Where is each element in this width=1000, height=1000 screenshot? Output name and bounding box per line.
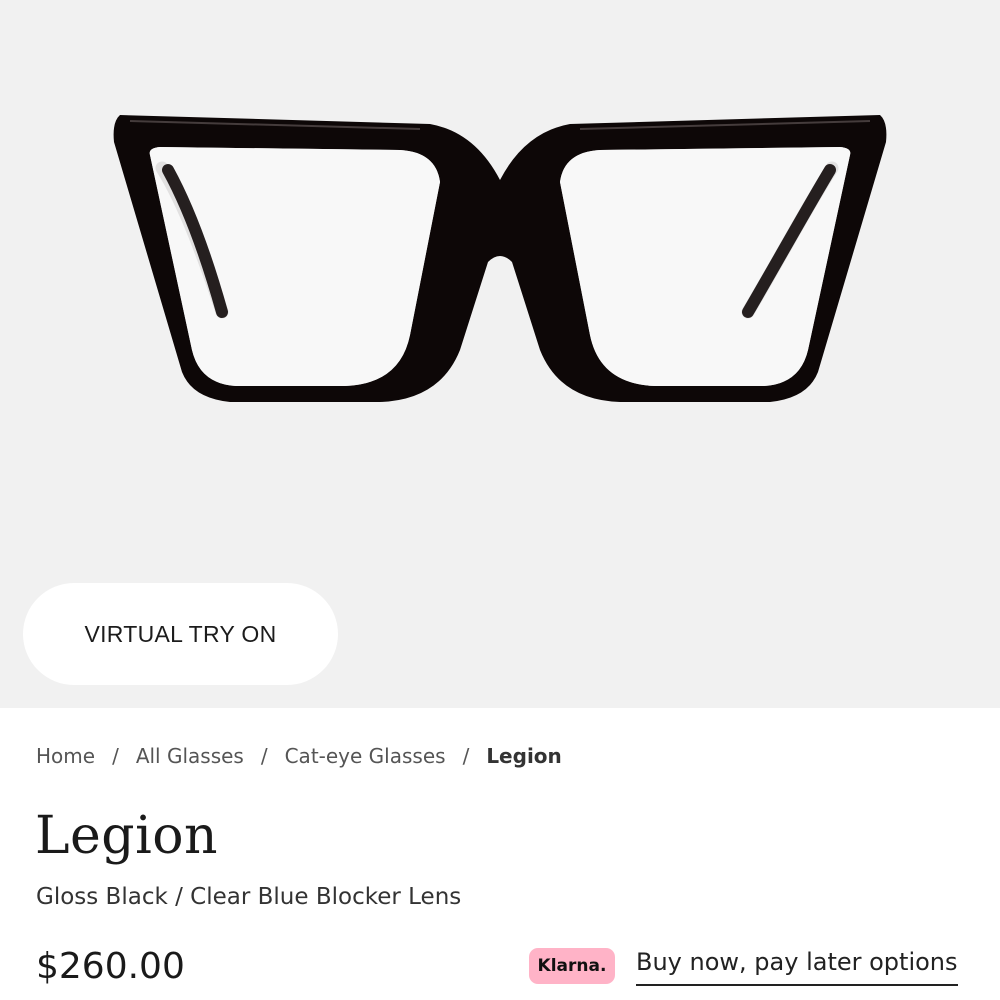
breadcrumb-cat-eye-glasses[interactable]: Cat-eye Glasses	[285, 744, 446, 768]
left-lens	[149, 147, 440, 386]
breadcrumb-separator: /	[112, 744, 119, 768]
product-image-area: VIRTUAL TRY ON	[0, 0, 1000, 708]
klarna-badge: Klarna.	[529, 948, 615, 984]
breadcrumb-home[interactable]: Home	[36, 744, 95, 768]
breadcrumb-all-glasses[interactable]: All Glasses	[136, 744, 244, 768]
breadcrumb-current: Legion	[486, 744, 562, 768]
right-lens	[560, 147, 851, 386]
product-variant: Gloss Black / Clear Blue Blocker Lens	[36, 884, 462, 910]
pay-later-options-link[interactable]: Buy now, pay later options	[636, 948, 958, 986]
breadcrumb: Home / All Glasses / Cat-eye Glasses / L…	[36, 744, 562, 768]
product-title: Legion	[35, 806, 219, 866]
breadcrumb-separator: /	[260, 744, 268, 768]
virtual-try-on-button[interactable]: VIRTUAL TRY ON	[23, 583, 338, 685]
product-price: $260.00	[36, 946, 185, 987]
breadcrumb-separator: /	[462, 744, 470, 768]
